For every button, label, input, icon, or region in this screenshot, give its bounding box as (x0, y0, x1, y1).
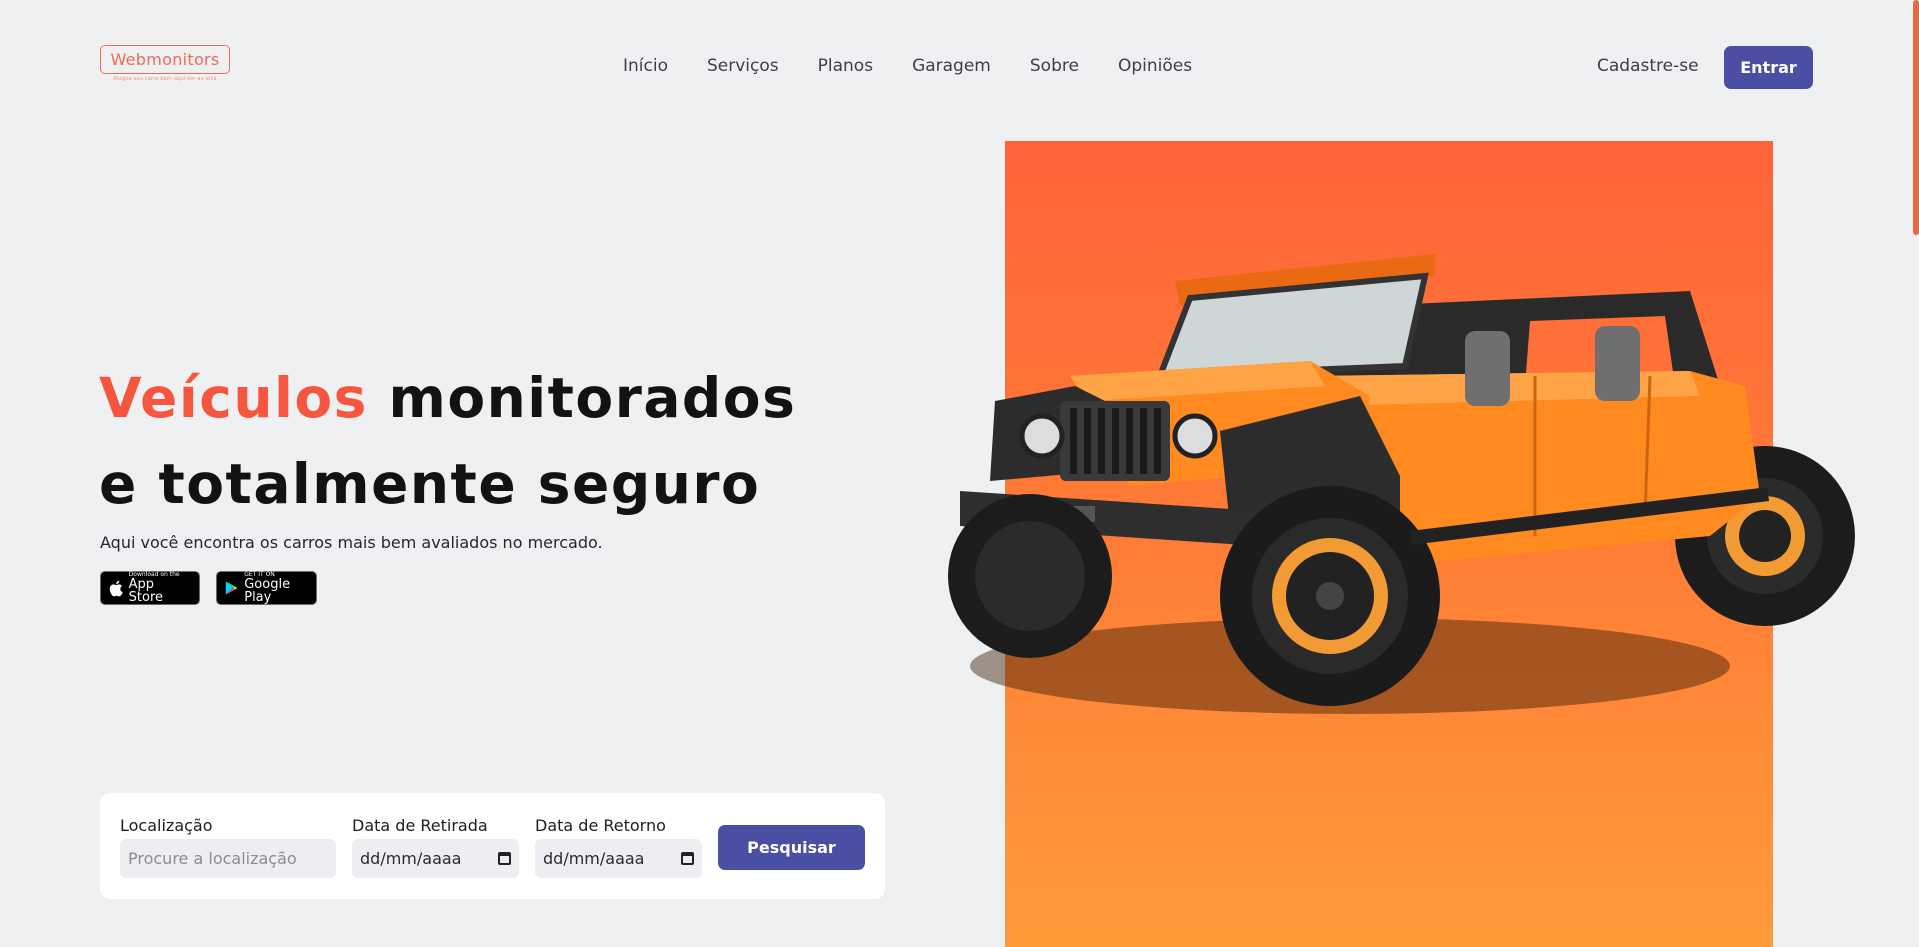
hero-title-line1-rest: monitorados (388, 366, 797, 430)
hero-subtitle: Aqui você encontra os carros mais bem av… (100, 533, 603, 552)
nav-item-opinioes[interactable]: Opiniões (1118, 56, 1192, 76)
pickup-date-label: Data de Retirada (352, 816, 488, 835)
store-badges: Download on the App Store GET IT ON Goog… (100, 571, 317, 605)
return-date-input[interactable]: dd/mm/aaaa (535, 839, 702, 878)
search-button[interactable]: Pesquisar (718, 825, 865, 870)
location-input[interactable]: Procure a localização (120, 839, 336, 878)
google-play-badge[interactable]: GET IT ON Google Play (216, 571, 317, 605)
nav-item-garagem[interactable]: Garagem (912, 56, 991, 76)
google-play-big-text: Google Play (244, 577, 291, 605)
brand-tagline: Alugue seu carro bem aqui em ao alca (113, 76, 217, 82)
login-button[interactable]: Entrar (1724, 46, 1813, 89)
signup-link[interactable]: Cadastre-se (1597, 56, 1699, 76)
hero-title: Veículos monitorados e totalmente seguro (99, 355, 796, 527)
nav-item-inicio[interactable]: Início (623, 56, 668, 76)
calendar-icon[interactable] (498, 852, 511, 865)
calendar-icon[interactable] (681, 852, 694, 865)
search-card: Localização Procure a localização Data d… (100, 793, 885, 899)
page-scrollbar[interactable] (1913, 0, 1919, 235)
location-label: Localização (120, 816, 213, 835)
hero-title-accent: Veículos (99, 366, 368, 430)
nav-item-sobre[interactable]: Sobre (1030, 56, 1079, 76)
app-store-big-text: App Store (128, 577, 164, 605)
main-nav: Início Serviços Planos Garagem Sobre Opi… (623, 56, 1192, 76)
app-store-badge[interactable]: Download on the App Store (100, 571, 200, 605)
pickup-date-input[interactable]: dd/mm/aaaa (352, 839, 519, 878)
apple-icon (109, 580, 123, 596)
return-date-value: dd/mm/aaaa (543, 849, 645, 868)
return-date-label: Data de Retorno (535, 816, 666, 835)
nav-item-planos[interactable]: Planos (818, 56, 873, 76)
jeep-image (948, 254, 1855, 714)
brand-name: Webmonitors (100, 45, 230, 74)
location-placeholder: Procure a localização (128, 849, 297, 868)
brand-logo[interactable]: Webmonitors Alugue seu carro bem aqui em… (100, 45, 230, 85)
hero-title-line2: e totalmente seguro (99, 452, 761, 516)
google-play-icon (225, 581, 238, 595)
nav-item-servicos[interactable]: Serviços (707, 56, 779, 76)
pickup-date-value: dd/mm/aaaa (360, 849, 462, 868)
